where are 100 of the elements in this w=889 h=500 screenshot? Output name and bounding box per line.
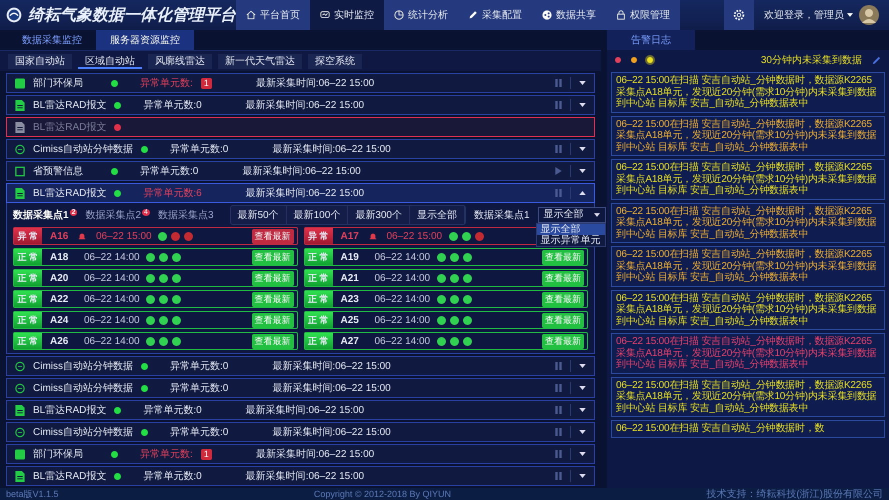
nav-tab[interactable]: 实时监控: [310, 0, 384, 30]
log-tab[interactable]: 告警日志: [607, 30, 695, 50]
unit-status: 正 常: [304, 249, 332, 265]
document-icon: [15, 100, 25, 110]
pause-icon[interactable]: [555, 450, 562, 458]
caret-icon[interactable]: [579, 430, 586, 434]
user-greeting[interactable]: 欢迎登录，管理员: [764, 8, 844, 22]
unit-id: A27: [340, 336, 360, 346]
row-name: BL雷达RAD报文: [33, 120, 106, 134]
unit-status: 正 常: [14, 312, 42, 328]
collect-time: 最新采集时间:06–22 15:00: [256, 76, 374, 90]
station-filter[interactable]: 国家自动站: [8, 54, 72, 68]
lock-icon: [616, 10, 626, 20]
row-name: Cimiss自动站分钟数据: [33, 142, 133, 156]
pause-icon[interactable]: [555, 101, 562, 109]
abnormal-count: 异常单元数:0: [143, 404, 202, 417]
monitor-row[interactable]: Cimiss自动站分钟数据 异常单元数:0 最新采集时间:06–22 15:00: [6, 422, 595, 442]
play-icon[interactable]: [555, 167, 562, 175]
view-latest-button[interactable]: 查看最新: [252, 228, 294, 244]
caret-icon[interactable]: [847, 13, 853, 17]
monitor-row[interactable]: 部门环保局 异常单元数: 1 最新采集时间:06–22 15:00: [6, 444, 595, 464]
dropdown-option[interactable]: 显示全部: [536, 224, 605, 235]
document-icon: [15, 122, 25, 132]
station-filter[interactable]: 区域自动站: [78, 54, 142, 68]
monitor-row[interactable]: BL雷达RAD报文 异常单元数:0 最新采集时间:06–22 15:00: [6, 95, 595, 115]
monitor-row[interactable]: BL雷达RAD报文 异常单元数:0 最新采集时间:06–22 15:00: [6, 400, 595, 420]
abnormal-count: 异常单元数:: [140, 76, 193, 90]
pause-icon[interactable]: [555, 79, 562, 87]
station-filter[interactable]: 新一代天气雷达: [218, 54, 302, 68]
version-text: beta版V1.1.5: [6, 488, 59, 500]
unit-status: 异 常: [14, 228, 42, 244]
level-dot[interactable]: [631, 57, 637, 63]
caret-icon[interactable]: [579, 364, 586, 368]
pause-icon[interactable]: [555, 428, 562, 436]
bell-icon: [368, 232, 376, 240]
unit-id: A23: [340, 294, 360, 304]
dropdown-option[interactable]: 显示异常单元: [536, 235, 605, 246]
unit-id: A25: [340, 314, 360, 326]
level-dot[interactable]: [647, 57, 653, 63]
range-button[interactable]: 最新50个: [230, 206, 287, 224]
unit-id: A24: [50, 314, 70, 326]
pencil-icon[interactable]: [872, 56, 881, 64]
filter-select[interactable]: 显示全部: [538, 207, 606, 223]
pause-icon[interactable]: [555, 472, 562, 480]
point-tab[interactable]: 数据采集点1 $^{2}$: [13, 208, 78, 222]
collect-time: 最新采集时间:06–22 15:00: [242, 164, 361, 178]
ring-icon: [15, 382, 25, 394]
settings-button[interactable]: [724, 0, 754, 30]
caret-icon[interactable]: [579, 81, 586, 85]
caret-icon[interactable]: [579, 452, 586, 456]
station-filter[interactable]: 探空系统: [308, 54, 362, 68]
caret-icon[interactable]: [579, 474, 586, 478]
document-icon: [15, 188, 25, 198]
bell-icon: [78, 232, 86, 240]
caret-icon[interactable]: [579, 103, 586, 107]
range-button[interactable]: 最新300个: [348, 206, 410, 224]
level-dot[interactable]: [615, 57, 621, 63]
station-filter[interactable]: 风廓线雷达: [148, 54, 212, 68]
caret-icon[interactable]: [579, 147, 586, 151]
unit-id: A26: [50, 336, 70, 346]
abnormal-count: 异常单元数:0: [143, 470, 202, 483]
caret-icon[interactable]: [579, 386, 586, 390]
unit-status: 正 常: [14, 270, 42, 286]
nav-tab[interactable]: 平台首页: [236, 0, 310, 30]
monitor-row[interactable]: BL雷达RAD报文: [6, 117, 595, 137]
unit-time: 06–22 14:00: [84, 294, 141, 304]
section-tab[interactable]: 数据采集监控: [8, 30, 96, 50]
range-button[interactable]: 最新100个: [286, 206, 348, 224]
section-tab[interactable]: 服务器资源监控: [96, 30, 194, 50]
monitor-row[interactable]: Cimiss自动站分钟数据 异常单元数:0 最新采集时间:06–22 15:00: [6, 378, 595, 398]
caret-icon[interactable]: [579, 408, 586, 412]
range-button[interactable]: 显示全部: [410, 206, 465, 224]
row-name: Cimiss自动站分钟数据: [33, 426, 133, 439]
row-name: BL雷达RAD报文: [33, 404, 106, 417]
point-tab[interactable]: 数据采集点2 $^{4}$: [85, 208, 150, 222]
unit-time: 06–22 14:00: [374, 314, 432, 326]
monitor-row[interactable]: BL雷达RAD报文 异常单元数:6 最新采集时间:06–22 15:00: [6, 183, 595, 203]
caret-icon[interactable]: [579, 191, 586, 195]
abnormal-count: 异常单元数:6: [143, 186, 202, 200]
nav-tab[interactable]: 采集配置: [458, 0, 532, 30]
nav-tab[interactable]: 权限管理: [606, 0, 680, 30]
monitor-row[interactable]: Cimiss自动站分钟数据 异常单元数:0 最新采集时间:06–22 15:00: [6, 139, 595, 159]
nav-tab[interactable]: 数据共享: [532, 0, 606, 30]
monitor-row[interactable]: Cimiss自动站分钟数据 异常单元数:0 最新采集时间:06–22 15:00: [6, 356, 595, 376]
unit-id: A19: [340, 252, 360, 262]
collect-time: 最新采集时间:06–22 15:00: [272, 360, 391, 373]
collect-time: 最新采集时间:06–22 15:00: [256, 448, 374, 461]
row-name: BL雷达RAD报文: [33, 98, 106, 112]
monitor-row[interactable]: 省预警信息 异常单元数:0 最新采集时间:06–22 15:00: [6, 161, 595, 181]
copyright-text: Copyright © 2012-2018 By QIYUN: [314, 489, 452, 499]
monitor-row[interactable]: 部门环保局 异常单元数: 1 最新采集时间:06–22 15:00: [6, 73, 595, 93]
pause-icon[interactable]: [555, 145, 562, 153]
avatar[interactable]: [859, 5, 879, 25]
caret-icon[interactable]: [579, 169, 586, 173]
pause-icon[interactable]: [555, 362, 562, 370]
point-tab[interactable]: 数据采集点3: [158, 208, 214, 222]
monitor-row[interactable]: BL雷达RAD报文 异常单元数:0 最新采集时间:06–22 15:00: [6, 466, 595, 486]
pause-icon[interactable]: [555, 406, 562, 414]
nav-tab[interactable]: 统计分析: [384, 0, 458, 30]
pause-icon[interactable]: [555, 384, 562, 392]
